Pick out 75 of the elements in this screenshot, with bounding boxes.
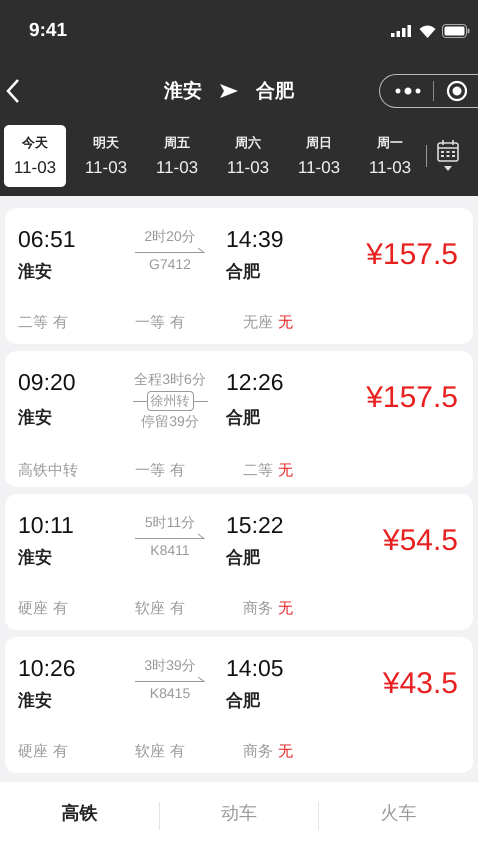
seat-class: 软座 xyxy=(135,742,165,761)
ticket-price: ¥54.5 xyxy=(382,524,458,558)
seat-class: 高铁中转 xyxy=(18,461,78,480)
seat-availability: 有 xyxy=(170,742,185,761)
seat-class: 硬座 xyxy=(18,742,48,761)
seat-availability: 无 xyxy=(278,313,293,332)
battery-icon xyxy=(442,24,470,38)
departure-time: 06:51 xyxy=(18,226,77,253)
total-duration: 全程3时6分 xyxy=(134,371,206,389)
seat-availability: 有 xyxy=(53,313,68,332)
ticket-price: ¥157.5 xyxy=(366,381,458,415)
seat-availability: 有 xyxy=(53,599,68,618)
seat-class: 硬座 xyxy=(18,599,48,618)
seat-availability: 有 xyxy=(53,742,68,761)
train-number: K8415 xyxy=(150,685,190,701)
train-card[interactable]: 06:51 2时20分 G7412 14:39 ¥157.5 淮安 合肥 二等 有 一等 有 无座 无 xyxy=(5,208,473,344)
seat-class: 软座 xyxy=(135,599,165,618)
arrival-station: 合肥 xyxy=(226,547,262,569)
train-card[interactable]: 10:26 3时39分 K8415 14:05 ¥43.5 淮安 合肥 硬座 有 软座 有 商务 无 xyxy=(5,637,473,773)
close-icon[interactable] xyxy=(446,80,468,102)
duration: 5时11分 xyxy=(144,514,196,532)
destination-city: 合肥 xyxy=(256,80,294,104)
departure-time: 09:20 xyxy=(18,369,77,396)
date-tab[interactable]: 周日 11-03 xyxy=(288,125,350,187)
seat-class: 一等 xyxy=(135,461,165,480)
date-tab[interactable]: 周六 11-03 xyxy=(217,125,279,187)
train-type-tab[interactable]: 高铁 xyxy=(0,801,159,831)
departure-station: 淮安 xyxy=(18,547,53,569)
duration: 3时39分 xyxy=(144,657,196,675)
seat-class: 二等 xyxy=(18,313,48,332)
seat-availability: 有 xyxy=(170,313,185,332)
departure-station: 淮安 xyxy=(18,690,53,712)
seat-class: 商务 xyxy=(243,742,273,761)
date-tab[interactable]: 周一 11-03 xyxy=(359,125,421,187)
back-icon[interactable] xyxy=(6,78,20,104)
seat-availability: 无 xyxy=(278,461,293,480)
departure-time: 10:26 xyxy=(18,655,77,682)
arrival-time: 14:39 xyxy=(226,226,285,253)
departure-station: 淮安 xyxy=(18,261,53,283)
departure-time: 10:11 xyxy=(18,512,75,539)
wifi-icon xyxy=(419,24,436,38)
train-number: G7412 xyxy=(148,256,192,272)
status-time: 9:41 xyxy=(29,20,68,42)
arrival-time: 14:05 xyxy=(226,655,285,682)
seat-availability: 有 xyxy=(170,461,185,480)
departure-station: 淮安 xyxy=(18,406,53,428)
seat-availability: 有 xyxy=(170,599,185,618)
train-card[interactable]: 09:20 全程3时6分 徐州转 停留39分 12:26 ¥157.5 淮安 合肥 高铁中转 一等 有 二等 无 xyxy=(5,351,473,487)
arrival-station: 合肥 xyxy=(226,690,262,712)
date-tab[interactable]: 明天 11-03 xyxy=(75,125,137,187)
seat-class: 二等 xyxy=(243,461,273,480)
seat-class: 一等 xyxy=(135,313,165,332)
date-tab[interactable]: 周五 11-03 xyxy=(146,125,208,187)
seat-availability: 无 xyxy=(278,599,293,618)
train-number: K8411 xyxy=(150,542,190,558)
arrival-time: 15:22 xyxy=(226,512,285,539)
ticket-price: ¥43.5 xyxy=(382,667,458,701)
stopover-time: 停留39分 xyxy=(141,413,199,431)
arrival-station: 合肥 xyxy=(226,406,262,428)
seat-class: 商务 xyxy=(243,599,273,618)
arrow-icon xyxy=(220,84,238,98)
signal-icon xyxy=(391,25,413,37)
arrival-time: 12:26 xyxy=(226,369,285,396)
duration: 2时20分 xyxy=(144,228,196,246)
date-tab[interactable]: 今天 11-03 xyxy=(4,125,66,187)
seat-availability: 无 xyxy=(278,742,293,761)
transfer-tag: 徐州转 xyxy=(146,391,194,411)
ticket-price: ¥157.5 xyxy=(366,238,458,272)
calendar-icon[interactable] xyxy=(437,140,459,172)
arrival-station: 合肥 xyxy=(226,261,262,283)
seat-class: 无座 xyxy=(243,313,273,332)
capsule-menu[interactable] xyxy=(379,74,478,108)
origin-city: 淮安 xyxy=(164,80,202,104)
more-icon[interactable] xyxy=(395,87,421,95)
train-card[interactable]: 10:11 5时11分 K8411 15:22 ¥54.5 淮安 合肥 硬座 有 软座 有 商务 无 xyxy=(5,494,473,630)
